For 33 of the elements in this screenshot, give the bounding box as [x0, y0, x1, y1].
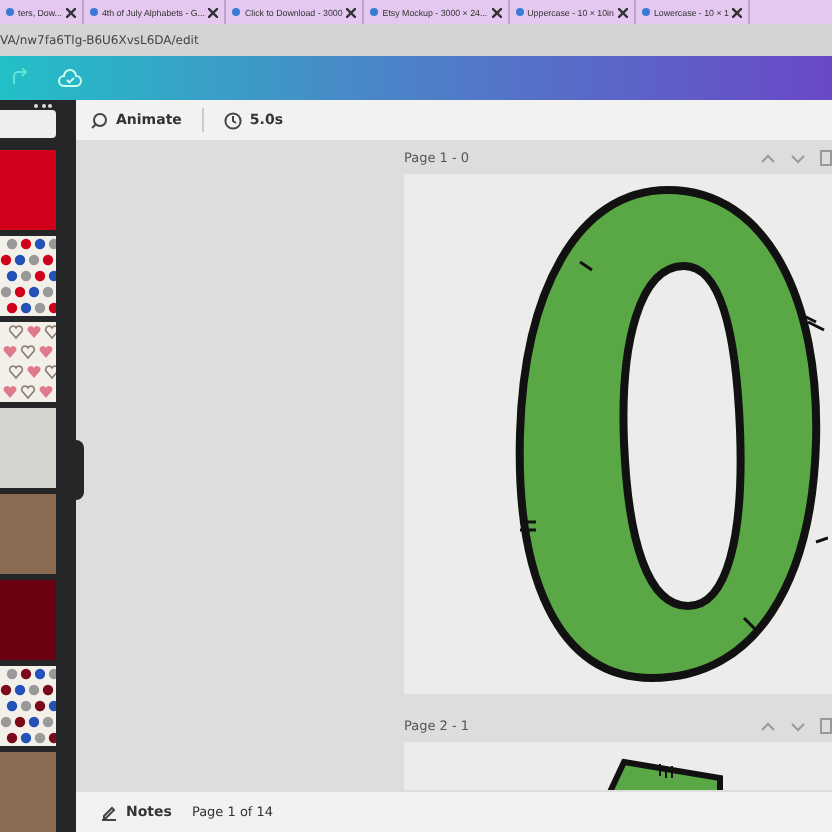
- close-icon[interactable]: [491, 7, 502, 17]
- pattern-swatch[interactable]: [0, 752, 56, 832]
- site-icon: [515, 8, 524, 16]
- pattern-swatch[interactable]: [0, 322, 56, 402]
- cloud-check-icon[interactable]: [58, 68, 82, 88]
- close-icon[interactable]: [346, 7, 357, 17]
- close-icon[interactable]: [617, 7, 628, 17]
- close-icon[interactable]: [65, 7, 76, 17]
- site-icon: [641, 8, 650, 16]
- pattern-swatch[interactable]: [0, 580, 56, 660]
- pattern-swatch[interactable]: [0, 150, 56, 230]
- site-icon: [89, 8, 98, 16]
- pencil-icon: [100, 803, 118, 821]
- chevron-down-icon[interactable]: [790, 153, 806, 163]
- pattern-swatch[interactable]: [0, 236, 56, 316]
- copy-icon[interactable]: [820, 718, 832, 734]
- pattern-swatch[interactable]: [0, 408, 56, 488]
- site-icon: [232, 8, 241, 16]
- search-field[interactable]: [0, 110, 56, 138]
- copy-icon[interactable]: [820, 150, 832, 166]
- pattern-swatch[interactable]: [0, 666, 56, 746]
- close-icon[interactable]: [732, 7, 743, 17]
- clock-icon: [223, 111, 242, 129]
- close-icon[interactable]: [208, 7, 219, 17]
- chevron-down-icon[interactable]: [790, 721, 806, 731]
- site-icon: [370, 8, 379, 16]
- chevron-up-icon[interactable]: [760, 153, 776, 163]
- animate-icon: [90, 111, 108, 129]
- page-canvas[interactable]: [404, 174, 832, 694]
- chevron-up-icon[interactable]: [760, 721, 776, 731]
- collapse-handle[interactable]: [72, 440, 84, 500]
- site-icon: [6, 8, 14, 16]
- pattern-swatch[interactable]: [0, 494, 56, 574]
